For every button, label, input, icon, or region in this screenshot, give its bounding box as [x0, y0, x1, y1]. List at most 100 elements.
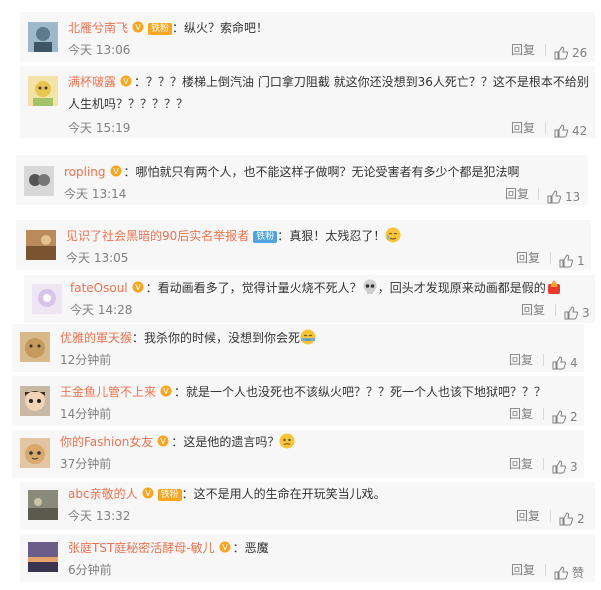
fan-badge: 铁粉 [148, 23, 173, 35]
comment-time: 37分钟前 [60, 457, 112, 471]
comment-line-continued: 人生机吗？？？？？？ [68, 97, 189, 111]
like-button[interactable]: 3 [552, 456, 578, 474]
reply-button[interactable]: 回复 [521, 302, 545, 318]
avatar[interactable] [26, 230, 56, 260]
comment-line: fateOsoul V ：看动画看多了，觉得计量火烧不死人？ ，回头才发现原来动画都是… [70, 278, 562, 298]
like-button[interactable]: 3 [564, 302, 590, 320]
comment-text: ？？？楼梯上倒汽油 门口拿刀阻截 就这你还没想到36人死亡？？这不是根本不给别 [146, 75, 589, 89]
thumbs-up-icon [552, 410, 567, 424]
like-button[interactable]: 13 [547, 186, 581, 204]
username-link[interactable]: 北雁兮南飞 [68, 21, 128, 35]
reply-button[interactable]: 回复 [511, 42, 535, 58]
username-link[interactable]: 张庭TST庭秘密活酵母-敏儿 [68, 541, 215, 555]
thumbs-up-icon [552, 460, 567, 474]
comment-text: 真狠！太残忍了！ [289, 229, 386, 243]
crying-emoji-icon [385, 227, 401, 243]
comment-time: 今天 13:06 [68, 43, 131, 57]
like-count: 2 [570, 410, 578, 424]
like-count: 3 [582, 306, 590, 320]
comment-text: 恶魔 [244, 541, 269, 555]
avatar[interactable] [32, 284, 62, 314]
reply-button[interactable]: 回复 [511, 562, 535, 578]
verified-badge-icon: V [132, 21, 144, 33]
like-button[interactable]: 赞 [554, 562, 585, 580]
avatar[interactable] [20, 438, 50, 468]
username-link[interactable]: 王金鱼儿管不上来 [60, 385, 156, 399]
reply-button[interactable]: 回复 [509, 456, 533, 472]
like-button[interactable]: 4 [552, 352, 578, 370]
svg-text:V: V [123, 77, 129, 86]
confused-emoji-icon [279, 433, 295, 449]
fire-emoji-icon [547, 280, 560, 294]
like-button[interactable]: 42 [554, 120, 588, 138]
like-button[interactable]: 26 [554, 42, 587, 60]
avatar[interactable] [28, 542, 58, 572]
username-link[interactable]: 见识了社会黑暗的90后实名举报者 [66, 229, 249, 243]
laughing-emoji-icon [300, 329, 316, 345]
divider [545, 44, 546, 56]
reply-button[interactable]: 回复 [505, 186, 529, 202]
like-count: 4 [570, 356, 578, 370]
reply-button[interactable]: 回复 [511, 120, 535, 136]
svg-text:V: V [135, 283, 141, 292]
comment-time: 今天 13:32 [68, 509, 131, 523]
comment-line: ropling V ：哪怕就只有两个人，也不能这样子做啊？无论受害者有多少个都是犯法… [64, 165, 520, 179]
comment-line: abc亲敬的人 V 铁粉 ：这不是用人的生命在开玩笑当儿戏。 [68, 487, 386, 501]
divider [543, 408, 544, 420]
comment-line: 优雅的軍天猴：我杀你的时候，没想到你会死 [60, 328, 316, 348]
avatar[interactable] [20, 386, 50, 416]
comment-line: 你的Fashion女友 V ：这是他的遗言吗？ [60, 432, 295, 452]
like-button[interactable]: 1 [559, 250, 585, 268]
avatar[interactable] [28, 490, 58, 520]
reply-button[interactable]: 回复 [516, 250, 540, 266]
comment-text: 哪怕就只有两个人，也不能这样子做啊？无论受害者有多少个都是犯法啊 [135, 165, 520, 179]
username-link[interactable]: 满杯啵露 [68, 75, 116, 89]
avatar[interactable] [28, 76, 58, 106]
username-link[interactable]: abc亲敬的人 [68, 487, 138, 501]
username-link[interactable]: fateOsoul [70, 281, 128, 295]
thumbs-up-icon [547, 190, 562, 204]
username-link[interactable]: 优雅的軍天猴 [60, 331, 132, 345]
svg-text:V: V [222, 543, 228, 552]
verified-badge-icon: V [132, 281, 144, 293]
verified-badge-icon: V [157, 435, 169, 447]
avatar[interactable] [20, 332, 50, 362]
avatar[interactable] [28, 22, 58, 52]
divider [538, 188, 539, 200]
divider [555, 304, 556, 316]
thumbs-up-icon [564, 306, 579, 320]
reply-button[interactable]: 回复 [509, 406, 533, 422]
comment-line: 张庭TST庭秘密活酵母-敏儿 V ：恶魔 [68, 541, 269, 555]
like-button[interactable]: 2 [552, 406, 578, 424]
like-count: 3 [570, 460, 578, 474]
like-count: 2 [577, 512, 585, 526]
comment-time: 今天 15:19 [68, 121, 131, 135]
verified-badge-icon: V [142, 487, 154, 499]
divider [550, 510, 551, 522]
comment-time: 6分钟前 [68, 563, 112, 577]
like-count: 13 [565, 190, 581, 204]
like-count: 42 [572, 124, 588, 138]
thumbs-up-icon [554, 46, 569, 60]
reply-button[interactable]: 回复 [516, 508, 540, 524]
username-link[interactable]: 你的Fashion女友 [60, 435, 153, 449]
comment-text-continued: ，回头才发现原来动画都是假的 [377, 281, 546, 295]
svg-text:V: V [161, 437, 167, 446]
username-link[interactable]: ropling [64, 165, 106, 179]
like-count: 赞 [572, 566, 585, 580]
divider [543, 354, 544, 366]
verified-badge-icon: V [219, 541, 231, 553]
comment-text: 看动画看多了，觉得计量火烧不死人？ [157, 281, 362, 295]
reply-button[interactable]: 回复 [509, 352, 533, 368]
comment-line: 满杯啵露 V ：？？？楼梯上倒汽油 门口拿刀阻截 就这你还没想到36人死亡？？这不是… [68, 75, 589, 89]
divider [543, 458, 544, 470]
comment-text: 这不是用人的生命在开玩笑当儿戏。 [193, 487, 386, 501]
svg-text:V: V [163, 387, 169, 396]
like-button[interactable]: 2 [559, 508, 585, 526]
comment-line: 北雁兮南飞 V 铁粉 ：纵火？索命吧！ [68, 21, 269, 35]
thumbs-up-icon [554, 124, 569, 138]
comment-time: 今天 13:05 [66, 251, 129, 265]
comment-text: 我杀你的时候，没想到你会死 [144, 331, 301, 345]
verified-badge-icon: V [110, 165, 122, 177]
avatar[interactable] [24, 166, 54, 196]
